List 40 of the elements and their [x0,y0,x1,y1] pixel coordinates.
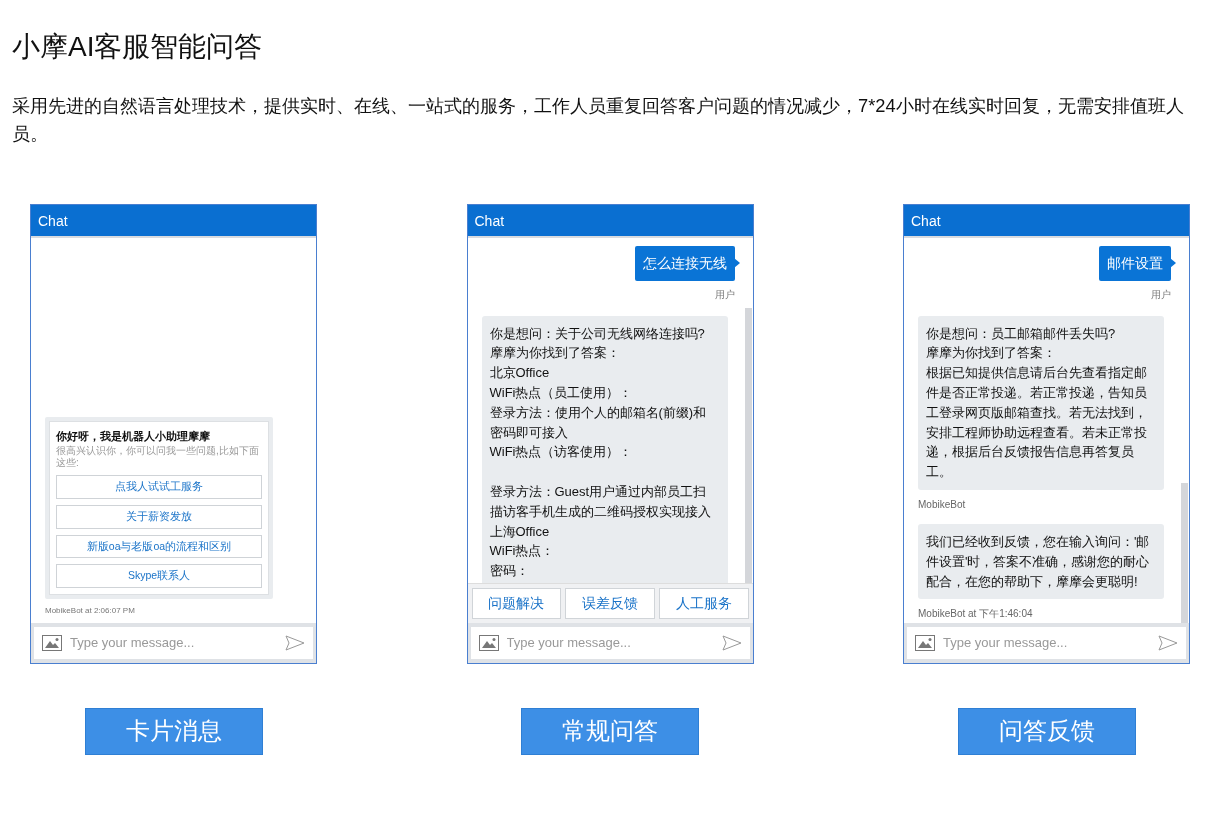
scrollbar[interactable] [1181,482,1188,624]
chat-header: Chat [467,204,753,236]
message-input[interactable]: Type your message... [506,633,714,653]
message-field[interactable]: Type your message... [34,627,313,659]
send-icon[interactable] [1158,634,1178,651]
caption-button[interactable]: 问答反馈 [957,707,1136,755]
scrollbar[interactable] [744,307,752,584]
message-meta: MobikeBot [918,497,967,512]
option-button[interactable]: 新版oa与老版oa的流程和区别 [56,534,262,559]
page-title: 小摩AI客服智能问答 [12,30,264,64]
message-input[interactable]: Type your message... [943,633,1150,653]
message-field[interactable]: Type your message... [470,627,750,659]
option-button[interactable]: 关于薪资发放 [56,504,262,529]
bubble-tail [733,257,740,268]
chat-header: Chat [904,204,1189,236]
bubble-tail [1170,257,1176,268]
caption-button[interactable]: 卡片消息 [84,707,263,755]
quick-reply-button[interactable]: 人工服务 [658,588,749,620]
send-icon[interactable] [285,634,305,651]
option-button[interactable]: Skype联系人 [56,564,262,589]
sender-label: 用户 [1151,287,1171,302]
option-button[interactable]: 点我人试试工服务 [56,475,262,499]
quick-reply-button[interactable]: 问题解决 [471,588,562,620]
bot-message: 你是想问：关于公司无线网络连接吗? 摩摩为你找到了答案： 北京Office WiFi热点（员工使用）： 登录方法：使用个人的邮箱名(前缀)和 密码即可接入 WiFi热点（访客使用）： 登录方法：Guest用户通过内部员工扫 描访客手机生成的二维码授权实现接入 上海Office WiFi热点： 密码： [481,315,728,584]
quick-reply-button[interactable]: 误差反馈 [565,588,655,620]
bot-message: 你是想问：员工邮箱邮件丢失吗? 摩摩为你找到了答案： 根据已知提供信息请后台先查看指定邮 件是否正常投递。若正常投递，告知员 工登录网页版邮箱查找。若无法找到， 安排工程师协助远程查看。若未正常投 递，根据后台反馈报告信息再答复员 工。 [918,315,1164,490]
image-icon[interactable] [42,634,62,651]
image-icon[interactable] [915,634,935,651]
message-meta: MobikeBot at 下午1:46:04 [918,607,1034,622]
caption-button[interactable]: 常规问答 [521,707,699,755]
chat-header: Chat [31,204,316,236]
bot-message: 我们已经收到反馈，您在输入询问：'邮 件设置'时，答案不准确，感谢您的耐心 配合，在您的帮助下，摩摩会更聪明! [918,523,1164,600]
message-meta: MobikeBot at 2:06:07 PM [45,605,136,618]
description-paragraph: 采用先进的自然语言处理技术，提供实时、在线、一站式的服务，工作人员重复回答客户问题的情况减少，7*24小时在线实时回复，无需安排值班人员。 [12,93,1185,146]
image-icon[interactable] [478,634,499,651]
message-input[interactable]: Type your message... [70,633,277,653]
send-icon[interactable] [721,634,742,651]
card-title: 你好呀，我是机器人小助理摩摩 [56,428,211,444]
message-field[interactable]: Type your message... [907,627,1186,659]
sender-label: 用户 [714,287,735,302]
